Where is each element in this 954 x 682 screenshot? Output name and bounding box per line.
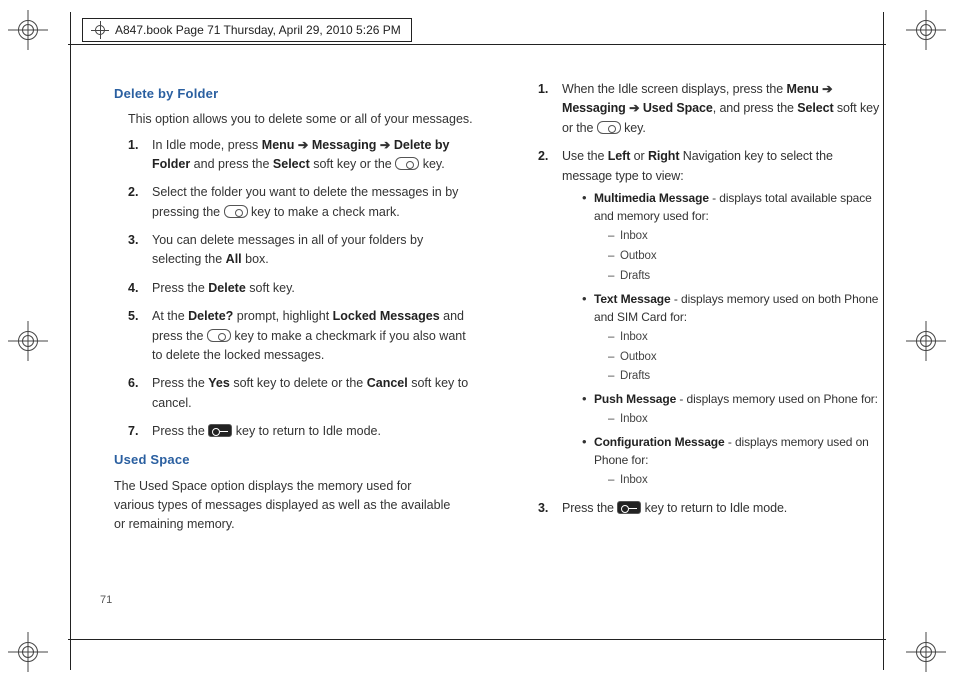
sub-list: Inbox Outbox Drafts [608, 228, 884, 285]
left-column: Delete by Folder This option allows you … [100, 80, 474, 612]
list-item: Inbox [608, 329, 884, 347]
heading-used-space: Used Space [114, 450, 474, 470]
used-space-desc: The Used Space option displays the memor… [114, 477, 454, 535]
crop-mark-icon [14, 327, 42, 355]
crop-mark-icon [14, 638, 42, 666]
page-body: Delete by Folder This option allows you … [100, 80, 884, 612]
heading-delete-by-folder: Delete by Folder [114, 84, 474, 104]
crop-mark-icon [912, 638, 940, 666]
list-item: In Idle mode, press Menu ➔ Messaging ➔ D… [128, 136, 474, 175]
document-header: A847.book Page 71 Thursday, April 29, 20… [82, 18, 412, 42]
list-item: You can delete messages in all of your f… [128, 231, 474, 270]
list-item: Press the key to return to Idle mode. [128, 422, 474, 441]
page-number: 71 [100, 594, 112, 606]
list-item: Outbox [608, 349, 884, 367]
list-item: Push Message - displays memory used on P… [582, 390, 884, 428]
list-item: Inbox [608, 411, 884, 429]
sub-list: Inbox [608, 472, 884, 490]
delete-steps: In Idle mode, press Menu ➔ Messaging ➔ D… [128, 136, 474, 442]
list-item: Press the Delete soft key. [128, 279, 474, 298]
crop-mark-icon [14, 16, 42, 44]
list-item: Inbox [608, 472, 884, 490]
sub-list: Inbox [608, 411, 884, 429]
crop-rule [70, 12, 71, 670]
list-item: Press the Yes soft key to delete or the … [128, 374, 474, 413]
ok-key-icon [597, 121, 621, 134]
list-item: At the Delete? prompt, highlight Locked … [128, 307, 474, 365]
intro-text: This option allows you to delete some or… [128, 110, 474, 129]
header-text: A847.book Page 71 Thursday, April 29, 20… [115, 23, 401, 37]
list-item: Press the key to return to Idle mode. [538, 499, 884, 518]
list-item: Configuration Message - displays memory … [582, 433, 884, 490]
target-icon [93, 23, 107, 37]
list-item: Drafts [608, 268, 884, 286]
list-item: Text Message - displays memory used on b… [582, 290, 884, 387]
crop-rule [68, 639, 886, 640]
crop-mark-icon [912, 16, 940, 44]
list-item: When the Idle screen displays, press the… [538, 80, 884, 138]
ok-key-icon [395, 157, 419, 170]
crop-rule [68, 44, 886, 45]
ok-key-icon [207, 329, 231, 342]
list-item: Use the Left or Right Navigation key to … [538, 147, 884, 489]
list-item: Outbox [608, 248, 884, 266]
end-key-icon [617, 501, 641, 514]
ok-key-icon [224, 205, 248, 218]
list-item: Select the folder you want to delete the… [128, 183, 474, 222]
sub-list: Inbox Outbox Drafts [608, 329, 884, 386]
list-item: Inbox [608, 228, 884, 246]
message-type-list: Multimedia Message - displays total avai… [582, 189, 884, 490]
end-key-icon [208, 424, 232, 437]
right-column: When the Idle screen displays, press the… [510, 80, 884, 612]
used-space-steps: When the Idle screen displays, press the… [538, 80, 884, 518]
list-item: Drafts [608, 368, 884, 386]
crop-mark-icon [912, 327, 940, 355]
list-item: Multimedia Message - displays total avai… [582, 189, 884, 286]
